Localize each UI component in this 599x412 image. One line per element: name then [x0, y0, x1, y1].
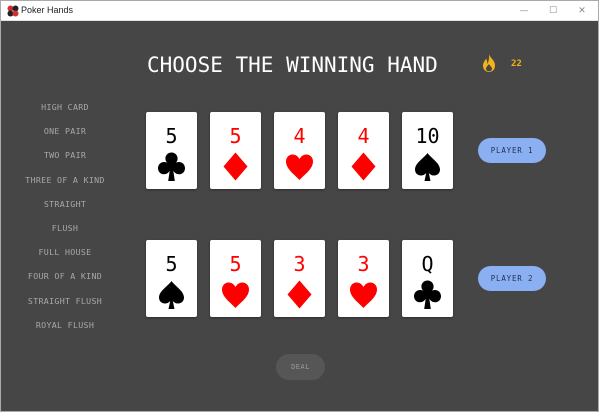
card-rank: 3 — [293, 252, 306, 276]
card-rank: 4 — [293, 124, 306, 148]
playing-card: 4 — [338, 112, 389, 189]
card-rank: 5 — [165, 252, 178, 276]
card-rank: 5 — [165, 124, 178, 148]
hand-ranking-item: FOUR OF A KIND — [27, 271, 103, 282]
hand-ranking-item: TWO PAIR — [43, 150, 87, 161]
hand-ranking-item: STRAIGHT FLUSH — [27, 295, 103, 306]
maximize-button[interactable]: ☐ — [540, 1, 566, 21]
heart-suit-icon — [286, 154, 313, 180]
club-suit-icon — [158, 152, 185, 181]
heart-suit-icon — [350, 282, 377, 308]
flame-icon — [483, 54, 495, 72]
heart-suit-icon — [222, 282, 249, 308]
card-rank: 5 — [229, 252, 242, 276]
hand-ranking-item: FULL HOUSE — [38, 247, 92, 258]
card-rank: Q — [421, 252, 434, 276]
hand-ranking-item: ROYAL FLUSH — [35, 319, 95, 330]
card-rank: 3 — [357, 252, 370, 276]
playing-card: 10 — [402, 112, 453, 189]
card-rank: 10 — [415, 124, 440, 148]
page-title: CHOOSE THE WINNING HAND — [147, 53, 438, 77]
playing-card: 5 — [210, 240, 261, 317]
playing-card: Q — [402, 240, 453, 317]
player-1-button[interactable]: PLAYER 1 — [478, 138, 546, 163]
card-rank: 4 — [357, 124, 370, 148]
title-bar: Poker Hands — ☐ ✕ — [1, 1, 598, 21]
playing-card: 4 — [274, 112, 325, 189]
close-button[interactable]: ✕ — [569, 1, 595, 21]
hand-ranking-item: HIGH CARD — [41, 102, 89, 112]
playing-card: 5 — [146, 112, 197, 189]
hand-ranking-item: THREE OF A KIND — [25, 174, 105, 185]
playing-card: 3 — [338, 240, 389, 317]
playing-card: 5 — [146, 240, 197, 317]
app-logo-icon — [7, 5, 19, 17]
window-title: Poker Hands — [21, 5, 74, 15]
playing-card: 5 — [210, 112, 261, 189]
deal-button[interactable]: DEAL — [276, 354, 325, 380]
hand-ranking-item: FLUSH — [51, 222, 79, 233]
diamond-suit-icon — [351, 152, 376, 181]
hand-ranking-item: STRAIGHT — [43, 198, 87, 209]
hand-ranking-item: ONE PAIR — [43, 126, 87, 137]
app-window: Poker Hands — ☐ ✕ CHOOSE THE WINNING HAN… — [0, 0, 599, 412]
club-suit-icon — [414, 280, 441, 309]
card-rank: 5 — [229, 124, 242, 148]
hand-rankings-list: HIGH CARD ONE PAIR TWO PAIR THREE OF A K… — [11, 101, 119, 343]
spade-suit-icon — [159, 281, 184, 309]
playing-card: 3 — [274, 240, 325, 317]
minimize-button[interactable]: — — [511, 1, 537, 21]
player-2-button[interactable]: PLAYER 2 — [478, 266, 546, 291]
diamond-suit-icon — [287, 280, 312, 309]
streak-count: 22 — [511, 59, 522, 69]
game-area: CHOOSE THE WINNING HAND 22 HIGH CARD ONE… — [1, 21, 598, 411]
diamond-suit-icon — [223, 152, 248, 181]
spade-suit-icon — [415, 153, 440, 181]
